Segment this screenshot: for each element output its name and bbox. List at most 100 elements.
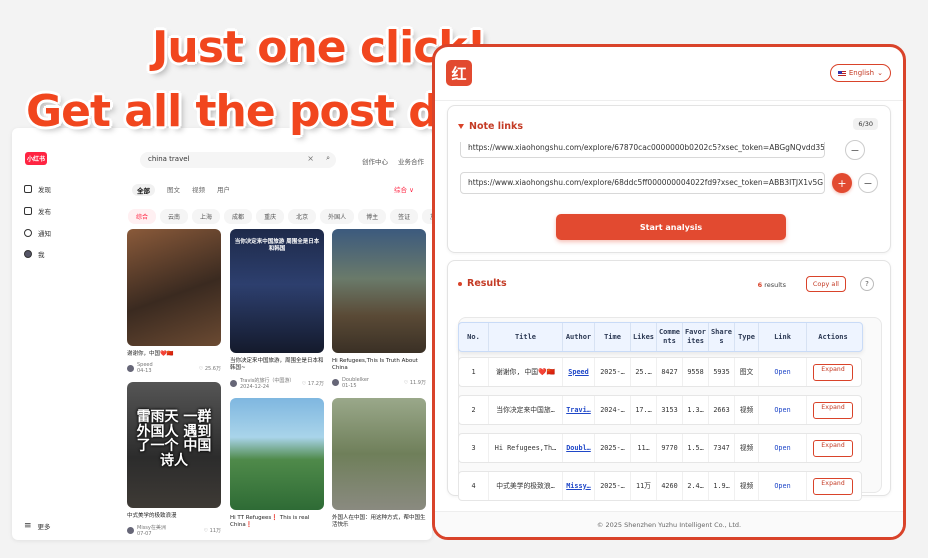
language-label: English xyxy=(848,69,875,77)
cell-no: 1 xyxy=(459,358,489,386)
note-caption: Hi Refugees,This Is Truth About China xyxy=(332,358,418,372)
cell-shares: 1.9… xyxy=(709,472,735,500)
author-link[interactable]: Travi… xyxy=(566,406,591,414)
start-analysis-button[interactable]: Start analysis xyxy=(556,214,786,240)
sidebar-item-more[interactable]: ≡ 更多 xyxy=(24,521,51,531)
note-card[interactable]: 雷雨天 一群外国人 遇到了一个 中国诗人 中式美学的极致浪漫 Missy在美洲 0… xyxy=(127,382,221,537)
author-link[interactable]: Doubl… xyxy=(566,444,591,452)
filter-chip[interactable]: 博主 xyxy=(358,209,387,224)
sidebar-label: 发布 xyxy=(38,208,51,216)
note-card[interactable]: Hi TT Refugees❗ This is real China❗ xyxy=(230,398,324,530)
note-card[interactable]: Hi Refugees,This Is Truth About China Do… xyxy=(332,229,426,389)
note-caption: 当你决定来中国旅游，周围全是日本和韩国~ xyxy=(230,358,324,372)
cell-favorites: 1.5… xyxy=(683,434,709,462)
note-url-input[interactable]: https://www.xiaohongshu.com/explore/6787… xyxy=(460,142,825,158)
note-card[interactable]: 外国人在中国：用这种方式，帮中国生活快乐 xyxy=(332,398,426,530)
like-count[interactable]: ♡ 17.2万 xyxy=(302,380,324,387)
column-header: Likes xyxy=(631,323,657,351)
copy-all-button[interactable]: Copy all xyxy=(805,276,846,292)
note-caption: 外国人在中国：用这种方式，帮中国生活快乐 xyxy=(332,515,426,529)
section-title: Results xyxy=(467,278,507,289)
cell-no: 4 xyxy=(459,472,489,500)
tab-all[interactable]: 全部 xyxy=(132,184,155,196)
expand-button[interactable]: Expand xyxy=(813,439,853,457)
footer-copyright: © 2025 Shenzhen Yuzhu Intelligent Co., L… xyxy=(435,511,903,537)
us-flag-icon xyxy=(837,70,846,76)
avatar xyxy=(24,250,32,258)
note-cover-image xyxy=(332,229,426,353)
like-count[interactable]: ♡ 25.6万 xyxy=(199,365,221,372)
sidebar-label: 发现 xyxy=(38,186,51,194)
sidebar-item-me[interactable]: 我 xyxy=(24,249,45,259)
remove-link-button[interactable]: − xyxy=(845,140,865,160)
business-link[interactable]: 业务合作 xyxy=(398,156,424,166)
filter-chip[interactable]: 旅行 xyxy=(422,209,432,224)
author-avatar xyxy=(127,527,134,535)
note-date: 01-15 xyxy=(342,382,357,389)
filter-chip[interactable]: 上海 xyxy=(192,209,221,224)
add-link-button[interactable]: + xyxy=(832,173,852,193)
filter-chip[interactable]: 北京 xyxy=(288,209,317,224)
xhs-logo[interactable]: 小红书 xyxy=(25,152,47,165)
sidebar-label: 更多 xyxy=(37,523,51,531)
open-link[interactable]: Open xyxy=(774,406,790,414)
author-link[interactable]: Missy… xyxy=(566,482,591,490)
expand-button[interactable]: Expand xyxy=(813,477,853,495)
table-row: 4 中式美学的极致浪… Missy… 2025-… 11万 4260 2.4… … xyxy=(458,471,862,501)
plus-icon xyxy=(24,207,32,215)
filter-chips: 综合 云南 上海 成都 重庆 北京 外国人 博主 签证 旅行 xyxy=(128,209,432,224)
like-count[interactable]: ♡ 11.9万 xyxy=(404,379,426,386)
author-link[interactable]: Speed xyxy=(568,368,588,376)
cell-favorites: 1.3… xyxy=(683,396,709,424)
sort-dropdown[interactable]: 综合 ∨ xyxy=(394,184,414,194)
creator-center-link[interactable]: 创作中心 xyxy=(362,156,388,166)
note-links-header[interactable]: Note links xyxy=(458,121,523,132)
note-date: 07-07 xyxy=(137,531,152,538)
cell-comments: 3153 xyxy=(657,396,683,424)
remove-link-button[interactable]: − xyxy=(858,173,878,193)
filter-chip[interactable]: 综合 xyxy=(128,209,157,224)
sidebar-item-publish[interactable]: 发布 xyxy=(24,206,51,216)
language-selector[interactable]: English ⌄ xyxy=(829,64,891,82)
table-row: 1 谢谢你, 中国❤️🇨🇳 Speed 2025-… 25.… 8427 955… xyxy=(458,357,862,387)
xiaohongshu-window: 小红书 china travel × ⌕ 创作中心 业务合作 发现 发布 通知 … xyxy=(12,128,432,540)
column-header: Actions xyxy=(818,332,848,341)
open-link[interactable]: Open xyxy=(774,482,790,490)
note-url-input[interactable]: https://www.xiaohongshu.com/explore/68dd… xyxy=(460,172,825,194)
sidebar-item-notify[interactable]: 通知 xyxy=(24,228,51,238)
clear-icon[interactable]: × xyxy=(307,154,314,163)
table-row: 3 Hi Refugees,Th… Doubl… 2025-… 11… 9770… xyxy=(458,433,862,463)
filter-chip[interactable]: 外国人 xyxy=(320,209,355,224)
filter-chip[interactable]: 签证 xyxy=(390,209,419,224)
tab-image[interactable]: 图文 xyxy=(167,184,180,196)
tab-video[interactable]: 视频 xyxy=(192,184,205,196)
tab-user[interactable]: 用户 xyxy=(217,184,230,196)
filter-chip[interactable]: 云南 xyxy=(160,209,189,224)
help-icon[interactable]: ? xyxy=(860,277,874,291)
xhs-search-value: china travel xyxy=(148,155,190,163)
bullet-icon xyxy=(458,281,462,286)
expand-button[interactable]: Expand xyxy=(813,401,853,419)
note-card[interactable]: 当你决定来中国旅游 周围全是日本和韩国 当你决定来中国旅游，周围全是日本和韩国~… xyxy=(230,229,324,390)
like-count[interactable]: ♡ 11万 xyxy=(204,527,221,534)
sidebar-item-discover[interactable]: 发现 xyxy=(24,184,51,194)
note-caption: Hi TT Refugees❗ This is real China❗ xyxy=(230,515,310,529)
note-cover-image xyxy=(230,398,324,510)
expand-button[interactable]: Expand xyxy=(813,363,853,381)
extension-panel: 红 English ⌄ Note links 6/30 https://www.… xyxy=(432,44,906,540)
results-count: 6 results xyxy=(758,281,786,289)
column-header: Favor ites xyxy=(683,323,709,351)
note-card[interactable]: 谢谢你，中国❤️🇨🇳 Speed 04-13 ♡ 25.6万 xyxy=(127,229,221,374)
cell-time: 2024-… xyxy=(595,396,631,424)
filter-chip[interactable]: 重庆 xyxy=(256,209,285,224)
open-link[interactable]: Open xyxy=(774,368,790,376)
xhs-search-input[interactable]: china travel × ⌕ xyxy=(140,152,336,168)
filter-chip[interactable]: 成都 xyxy=(224,209,253,224)
open-link[interactable]: Open xyxy=(774,444,790,452)
results-section: Results 6 results Copy all ? No. Title A… xyxy=(447,260,891,501)
cell-no: 2 xyxy=(459,396,489,424)
search-icon[interactable]: ⌕ xyxy=(326,154,330,163)
note-caption: 中式美学的极致浪漫 xyxy=(127,513,177,519)
cell-title: 中式美学的极致浪… xyxy=(489,472,563,500)
sidebar-label: 通知 xyxy=(38,230,51,238)
